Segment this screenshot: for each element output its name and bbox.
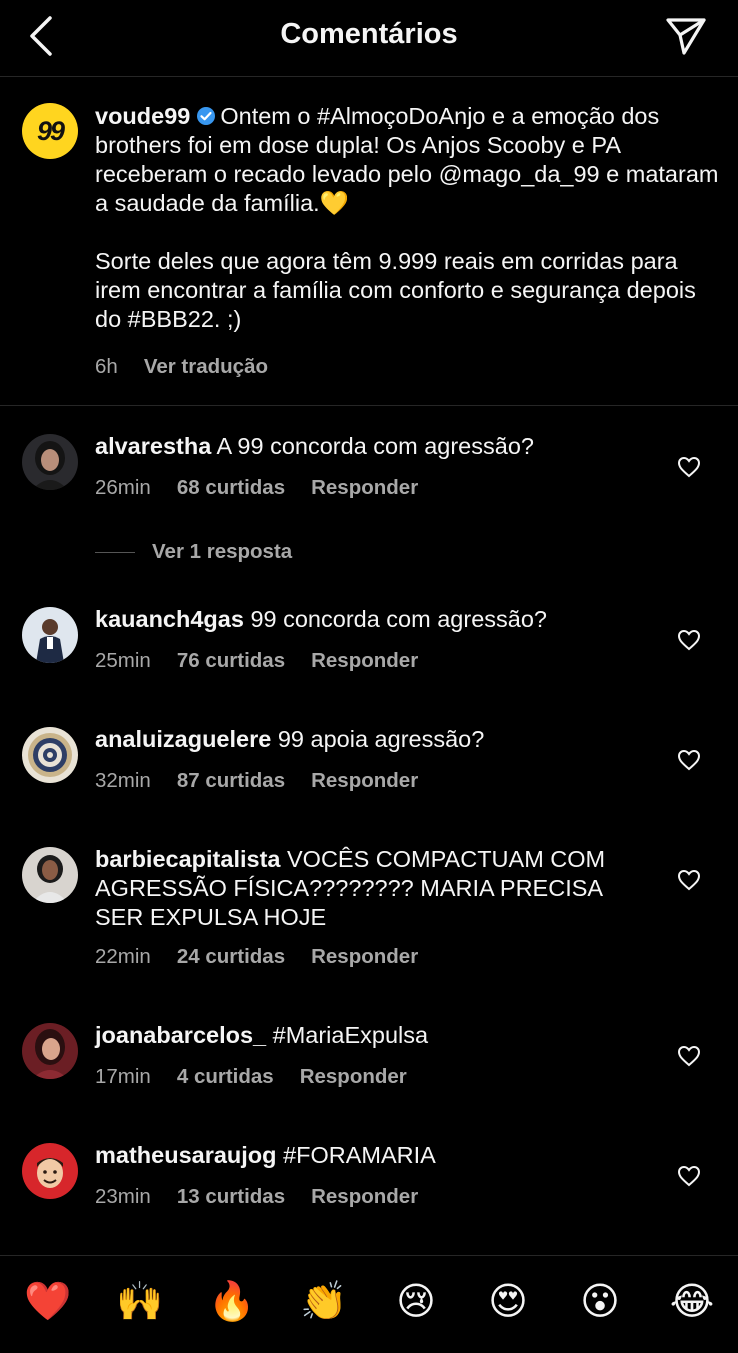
avatar[interactable] xyxy=(22,1023,78,1079)
like-button[interactable] xyxy=(677,456,701,478)
heart-outline-icon xyxy=(677,629,701,651)
caption-meta: 6h Ver tradução xyxy=(95,355,294,379)
reply-button[interactable]: Responder xyxy=(300,1065,407,1088)
profile-photo-icon xyxy=(22,434,78,490)
comment-username[interactable]: kauanch4gas xyxy=(95,606,244,632)
heart-outline-icon xyxy=(677,749,701,771)
reply-button[interactable]: Responder xyxy=(311,1185,418,1208)
brand-logo-text: 99 xyxy=(36,115,65,146)
comment-time: 26min xyxy=(95,476,151,499)
comment-text-block: joanabarcelos_ #MariaExpulsa xyxy=(95,1021,655,1050)
comment-time: 22min xyxy=(95,945,151,968)
profile-photo-icon xyxy=(22,607,78,663)
post-caption: 99 voude99 Ontem o #AlmoçoDoAnjo e a emoç… xyxy=(0,77,738,406)
avatar[interactable] xyxy=(22,434,78,490)
emoji-crying-button[interactable]: 😢 xyxy=(392,1278,440,1326)
emoji-clap-button[interactable]: 👏 xyxy=(300,1278,348,1326)
caption-time: 6h xyxy=(95,355,118,378)
comment-time: 32min xyxy=(95,769,151,792)
caption-text-block: voude99 Ontem o #AlmoçoDoAnjo e a emoção … xyxy=(95,102,720,334)
likes-count[interactable]: 4 curtidas xyxy=(177,1065,274,1088)
reply-button[interactable]: Responder xyxy=(311,476,418,499)
comment-text: 99 concorda com agressão? xyxy=(250,606,547,632)
avatar[interactable] xyxy=(22,727,78,783)
avatar[interactable] xyxy=(22,847,78,903)
likes-count[interactable]: 68 curtidas xyxy=(177,476,285,499)
heart-outline-icon xyxy=(677,1165,701,1187)
comment-text-block: analuizaguelere 99 apoia agressão? xyxy=(95,725,655,754)
comment-meta: 23min 13 curtidas Responder xyxy=(95,1185,444,1209)
heart-outline-icon xyxy=(677,456,701,478)
comment-time: 25min xyxy=(95,649,151,672)
comment-text-block: kauanch4gas 99 concorda com agressão? xyxy=(95,605,655,634)
view-replies-button[interactable]: Ver 1 resposta xyxy=(95,540,292,564)
like-button[interactable] xyxy=(677,1045,701,1067)
profile-photo-icon xyxy=(22,1023,78,1079)
comment-time: 17min xyxy=(95,1065,151,1088)
emoji-raised-hands-button[interactable]: 🙌 xyxy=(116,1278,164,1326)
comment-text-block: matheusaraujog #FORAMARIA xyxy=(95,1141,655,1170)
emoji-surprised-button[interactable]: 😮 xyxy=(576,1278,624,1326)
heart-outline-icon xyxy=(677,1045,701,1067)
paper-plane-icon xyxy=(666,18,706,55)
comment-meta: 26min 68 curtidas Responder xyxy=(95,476,444,500)
likes-count[interactable]: 13 curtidas xyxy=(177,1185,285,1208)
like-button[interactable] xyxy=(677,629,701,651)
emoji-laughing-button[interactable]: 😂 xyxy=(668,1278,716,1326)
emoji-fire-button[interactable]: 🔥 xyxy=(208,1278,256,1326)
like-button[interactable] xyxy=(677,869,701,891)
caption-body: Ontem o #AlmoçoDoAnjo e a emoção dos bro… xyxy=(95,103,719,332)
avatar[interactable] xyxy=(22,1143,78,1199)
comment-text-block: alvarestha A 99 concorda com agressão? xyxy=(95,432,655,461)
like-button[interactable] xyxy=(677,1165,701,1187)
replies-divider xyxy=(95,551,135,553)
comment-text: 99 apoia agressão? xyxy=(277,726,485,752)
comment-username[interactable]: alvarestha xyxy=(95,433,211,459)
memoji-avatar-icon xyxy=(22,1143,78,1199)
comment-meta: 25min 76 curtidas Responder xyxy=(95,649,444,673)
page-title: Comentários xyxy=(280,18,458,50)
emoji-reaction-bar: ❤️ 🙌 🔥 👏 😢 😍 😮 😂 xyxy=(0,1255,738,1353)
comment-username[interactable]: analuizaguelere xyxy=(95,726,271,752)
comment-text: #FORAMARIA xyxy=(283,1142,436,1168)
comment-meta: 17min 4 curtidas Responder xyxy=(95,1065,433,1089)
view-replies-label: Ver 1 resposta xyxy=(152,540,293,563)
emoji-heart-eyes-button[interactable]: 😍 xyxy=(484,1278,532,1326)
comment-text: #MariaExpulsa xyxy=(272,1022,429,1048)
comment-username[interactable]: matheusaraujog xyxy=(95,1142,277,1168)
likes-count[interactable]: 24 curtidas xyxy=(177,945,285,968)
share-button[interactable] xyxy=(664,16,708,56)
heart-outline-icon xyxy=(677,869,701,891)
avatar[interactable] xyxy=(22,607,78,663)
comment-meta: 32min 87 curtidas Responder xyxy=(95,769,444,793)
reply-button[interactable]: Responder xyxy=(311,649,418,672)
likes-count[interactable]: 87 curtidas xyxy=(177,769,285,792)
reply-button[interactable]: Responder xyxy=(311,769,418,792)
comment-time: 23min xyxy=(95,1185,151,1208)
comment-username[interactable]: barbiecapitalista xyxy=(95,846,280,872)
likes-count[interactable]: 76 curtidas xyxy=(177,649,285,672)
avatar[interactable]: 99 xyxy=(22,103,78,159)
target-photo-icon xyxy=(22,727,78,783)
comment-text: A 99 concorda com agressão? xyxy=(216,433,534,459)
verified-badge-icon xyxy=(197,107,216,125)
comment-meta: 22min 24 curtidas Responder xyxy=(95,945,444,969)
like-button[interactable] xyxy=(677,749,701,771)
top-bar: Comentários xyxy=(0,0,738,77)
reply-button[interactable]: Responder xyxy=(311,945,418,968)
comment-text-block: barbiecapitalista VOCÊS COMPACTUAM COM A… xyxy=(95,845,655,932)
comment-username[interactable]: joanabarcelos_ xyxy=(95,1022,266,1048)
translate-link[interactable]: Ver tradução xyxy=(144,355,268,378)
caption-username[interactable]: voude99 xyxy=(95,103,190,129)
profile-photo-icon xyxy=(22,847,78,903)
emoji-heart-button[interactable]: ❤️ xyxy=(24,1278,72,1326)
